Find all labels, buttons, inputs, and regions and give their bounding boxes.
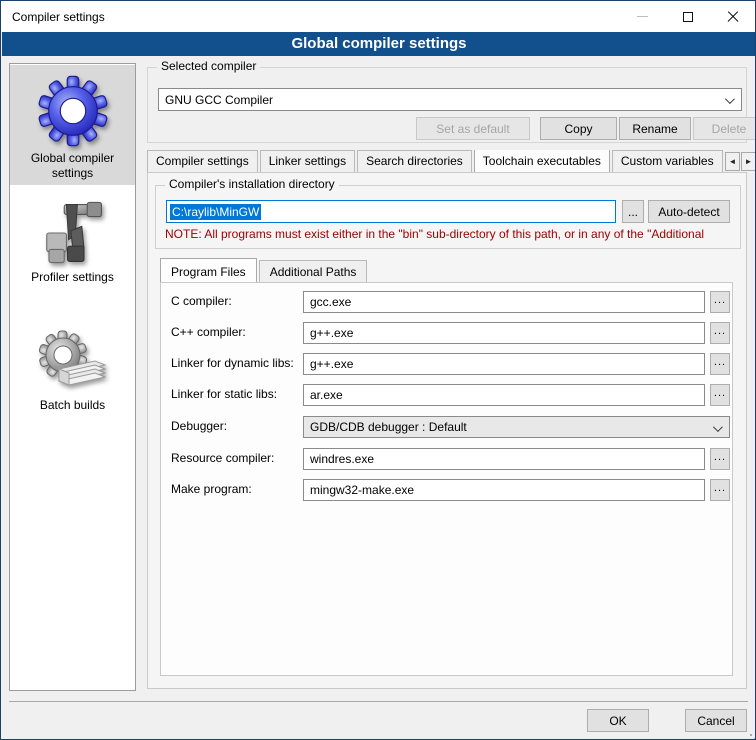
subtab-additional-paths[interactable]: Additional Paths (259, 260, 368, 282)
compiler-select[interactable]: GNU GCC Compiler (158, 88, 742, 111)
tab-toolchain-executables[interactable]: Toolchain executables (474, 150, 610, 172)
debugger-select-value: GDB/CDB debugger : Default (310, 420, 467, 434)
sidebar-item-profiler-settings[interactable]: Profiler settings (10, 190, 135, 302)
cpp-compiler-label: C++ compiler: (171, 325, 246, 339)
install-dir-selected-text: C:\raylib\MinGW (170, 204, 261, 220)
resource-compiler-browse-button[interactable]: ... (710, 448, 730, 470)
linker-static-input[interactable]: ar.exe (303, 384, 705, 406)
close-button[interactable] (710, 1, 755, 32)
linker-dynamic-browse-button[interactable]: ... (710, 353, 730, 375)
debugger-select[interactable]: GDB/CDB debugger : Default (303, 416, 730, 438)
window-title: Compiler settings (1, 10, 105, 24)
selected-compiler-group: Selected compiler GNU GCC Compiler Set a… (147, 67, 747, 143)
tab-linker-settings[interactable]: Linker settings (260, 150, 355, 172)
minimize-button[interactable] (620, 1, 665, 32)
minimize-icon (637, 16, 648, 17)
compiler-select-value: GNU GCC Compiler (165, 93, 273, 107)
arrow-right-icon: ► (745, 157, 753, 166)
cancel-button[interactable]: Cancel (685, 709, 747, 732)
auto-detect-button[interactable]: Auto-detect (648, 200, 730, 223)
resource-compiler-label: Resource compiler: (171, 451, 274, 465)
resource-compiler-input[interactable]: windres.exe (303, 448, 705, 470)
sidebar-item-batch-builds[interactable]: Batch builds (10, 314, 135, 426)
subtab-program-files[interactable]: Program Files (160, 258, 257, 282)
debugger-label: Debugger: (171, 419, 227, 433)
make-program-browse-button[interactable]: ... (710, 479, 730, 501)
group-label: Selected compiler (157, 59, 260, 73)
delete-button[interactable]: Delete (693, 117, 756, 140)
titlebar[interactable]: Compiler settings (1, 1, 755, 32)
c-compiler-input[interactable]: gcc.exe (303, 291, 705, 313)
settings-category-list: Global compiler settings (9, 63, 136, 691)
main-tabstrip: Compiler settings Linker settings Search… (147, 150, 724, 173)
cpp-compiler-input[interactable]: g++.exe (303, 322, 705, 344)
chevron-down-icon (713, 422, 723, 432)
c-compiler-browse-button[interactable]: ... (710, 291, 730, 313)
gray-gear-stack-icon (37, 328, 109, 394)
sidebar-item-label: Batch builds (10, 398, 135, 413)
make-program-input[interactable]: mingw32-make.exe (303, 479, 705, 501)
linker-dynamic-input[interactable]: g++.exe (303, 353, 705, 375)
arrow-left-icon: ◄ (729, 157, 737, 166)
footer-divider (9, 701, 748, 702)
linker-dynamic-label: Linker for dynamic libs: (171, 356, 294, 370)
toolchain-executables-page: Compiler's installation directory C:\ray… (147, 172, 747, 689)
linker-static-label: Linker for static libs: (171, 387, 277, 401)
chevron-down-icon (725, 94, 735, 104)
install-dir-browse-button[interactable]: ... (622, 200, 644, 223)
sidebar-item-global-compiler-settings[interactable]: Global compiler settings (10, 65, 135, 185)
install-dir-note: NOTE: All programs must exist either in … (165, 227, 737, 241)
program-files-panel: C compiler: gcc.exe ... C++ compiler: g+… (160, 282, 733, 676)
maximize-icon (683, 12, 693, 22)
set-as-default-button[interactable]: Set as default (416, 117, 530, 140)
compiler-settings-dialog: Compiler settings Global compiler settin… (0, 0, 756, 740)
make-program-label: Make program: (171, 482, 252, 496)
tab-search-directories[interactable]: Search directories (357, 150, 472, 172)
sidebar-item-label: Global compiler settings (10, 151, 135, 181)
blue-gear-icon (36, 74, 110, 148)
install-dir-input[interactable]: C:\raylib\MinGW (166, 200, 616, 223)
cpp-compiler-browse-button[interactable]: ... (710, 322, 730, 344)
tab-scroll-right-button[interactable]: ► (741, 152, 756, 171)
page-title: Global compiler settings (2, 32, 756, 56)
tab-scroll-left-button[interactable]: ◄ (725, 152, 740, 171)
tab-compiler-settings[interactable]: Compiler settings (147, 150, 258, 172)
c-compiler-label: C compiler: (171, 294, 232, 308)
linker-static-browse-button[interactable]: ... (710, 384, 730, 406)
resize-grip[interactable] (750, 734, 752, 736)
sidebar-item-label: Profiler settings (10, 270, 135, 285)
caliper-icon (38, 198, 108, 268)
group-label: Compiler's installation directory (165, 177, 339, 191)
toolchain-subtabs: Program Files Additional Paths (160, 260, 369, 282)
ok-button[interactable]: OK (587, 709, 649, 732)
rename-button[interactable]: Rename (619, 117, 691, 140)
tab-custom-variables[interactable]: Custom variables (612, 150, 723, 172)
install-dir-group: Compiler's installation directory C:\ray… (155, 185, 741, 249)
copy-button[interactable]: Copy (540, 117, 617, 140)
close-icon (727, 11, 739, 23)
maximize-button[interactable] (665, 1, 710, 32)
